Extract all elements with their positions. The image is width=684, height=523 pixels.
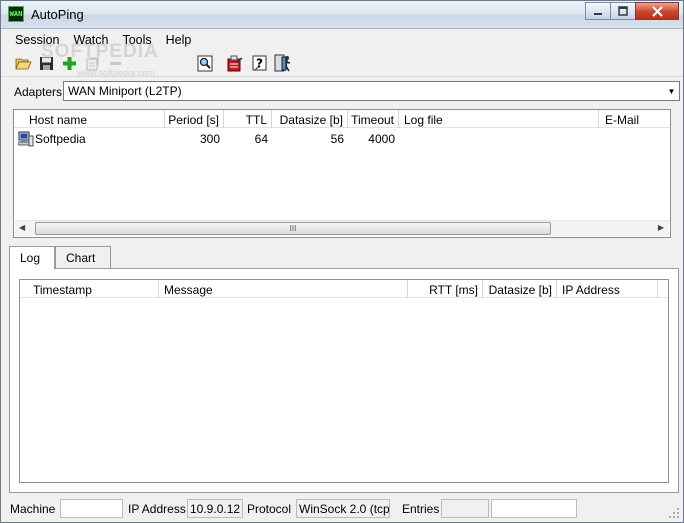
open-button[interactable]: [12, 53, 35, 75]
col-ttl[interactable]: TTL: [224, 110, 272, 128]
machine-field: [60, 499, 123, 518]
remove-host-button[interactable]: [104, 53, 127, 75]
help-button[interactable]: ?: [248, 53, 271, 75]
adapters-row: Adapters WAN Miniport (L2TP) ▼: [1, 80, 683, 102]
find-icon: [197, 55, 213, 72]
hosts-list[interactable]: Host name Period [s] TTL Datasize [b] Ti…: [13, 109, 671, 238]
window-controls: [585, 2, 679, 20]
col-host-name[interactable]: Host name: [14, 110, 165, 128]
minimize-icon: [594, 13, 602, 15]
save-icon: [40, 57, 53, 70]
chevron-down-icon[interactable]: ▼: [664, 82, 679, 100]
exit-button[interactable]: [271, 53, 294, 75]
log-tab-page: Timestamp Message RTT [ms] Datasize [b] …: [9, 268, 679, 493]
title-bar[interactable]: WAN AutoPing: [1, 1, 683, 29]
adapters-selected: WAN Miniport (L2TP): [68, 84, 182, 98]
help-icon: ?: [252, 55, 266, 71]
adapters-label: Adapters: [14, 85, 63, 99]
col-timeout[interactable]: Timeout: [348, 110, 399, 128]
scroll-left-icon[interactable]: ◀: [19, 223, 25, 232]
entries-field: [441, 499, 489, 518]
col-log-file[interactable]: Log file: [399, 110, 599, 128]
ip-address-field: 10.9.0.12: [187, 499, 243, 518]
close-button[interactable]: [635, 2, 679, 20]
col-datasize[interactable]: Datasize [b]: [272, 110, 348, 128]
cell-host: Softpedia: [35, 132, 86, 146]
cell-period: 300: [199, 132, 220, 146]
tab-chart[interactable]: Chart: [55, 246, 111, 268]
col-email[interactable]: E-Mail: [599, 110, 670, 128]
maximize-button[interactable]: [610, 2, 636, 20]
ip-address-label: IP Address: [128, 502, 186, 516]
col-message[interactable]: Message: [159, 280, 408, 298]
status-extra-field: [491, 499, 577, 518]
main-window: WAN AutoPing Session Watch Tools Help SO…: [0, 0, 684, 523]
tab-log[interactable]: Log: [9, 246, 55, 269]
find-button[interactable]: [194, 53, 217, 75]
edit-host-button[interactable]: [81, 53, 104, 75]
scrollbar-thumb[interactable]: III: [35, 222, 551, 235]
menu-session[interactable]: Session: [1, 33, 66, 47]
cell-ttl: 64: [254, 132, 268, 146]
horizontal-scrollbar[interactable]: ◀ III ▶: [15, 220, 669, 236]
add-host-icon: [63, 57, 76, 70]
save-button[interactable]: [35, 53, 58, 75]
open-folder-icon: [15, 58, 32, 70]
adapters-dropdown[interactable]: WAN Miniport (L2TP) ▼: [63, 81, 680, 101]
resize-grip-icon[interactable]: [668, 507, 680, 519]
protocol-field: WinSock 2.0 (tcp): [296, 499, 390, 518]
edit-host-icon: [86, 57, 99, 71]
minimize-button[interactable]: [585, 2, 611, 20]
col-period[interactable]: Period [s]: [165, 110, 224, 128]
add-host-button[interactable]: [58, 53, 81, 75]
machine-label: Machine: [10, 502, 56, 516]
window-title: AutoPing: [31, 7, 84, 22]
cell-timeout: 4000: [368, 132, 395, 146]
toolbar: ?: [1, 51, 683, 77]
tab-strip: Log Chart: [9, 246, 679, 269]
hosts-list-header: Host name Period [s] TTL Datasize [b] Ti…: [14, 110, 670, 128]
clipboard-button[interactable]: [223, 53, 246, 75]
table-row[interactable]: Softpedia 300 64 56 4000: [14, 130, 670, 148]
col-ip-address[interactable]: IP Address: [557, 280, 658, 298]
col-rtt[interactable]: RTT [ms]: [408, 280, 483, 298]
menu-bar: Session Watch Tools Help: [1, 30, 683, 50]
app-icon: WAN: [8, 6, 24, 22]
exit-icon: [274, 54, 291, 72]
menu-tools[interactable]: Tools: [115, 33, 158, 47]
clipboard-icon: [227, 55, 242, 72]
menu-watch[interactable]: Watch: [66, 33, 115, 47]
computer-icon: [18, 131, 34, 147]
log-list-header: Timestamp Message RTT [ms] Datasize [b] …: [20, 280, 668, 298]
close-icon: [651, 5, 663, 17]
cell-datasize: 56: [330, 132, 344, 146]
entries-label: Entries: [402, 502, 440, 516]
col-log-datasize[interactable]: Datasize [b]: [483, 280, 557, 298]
protocol-label: Protocol: [247, 502, 292, 516]
maximize-icon: [618, 6, 628, 16]
col-timestamp[interactable]: Timestamp: [20, 280, 159, 298]
menu-help[interactable]: Help: [159, 33, 199, 47]
status-bar: Machine IP Address 10.9.0.12 Protocol Wi…: [1, 496, 683, 522]
log-list[interactable]: Timestamp Message RTT [ms] Datasize [b] …: [19, 279, 669, 483]
remove-host-icon: [110, 62, 121, 65]
scroll-right-icon[interactable]: ▶: [658, 223, 664, 232]
